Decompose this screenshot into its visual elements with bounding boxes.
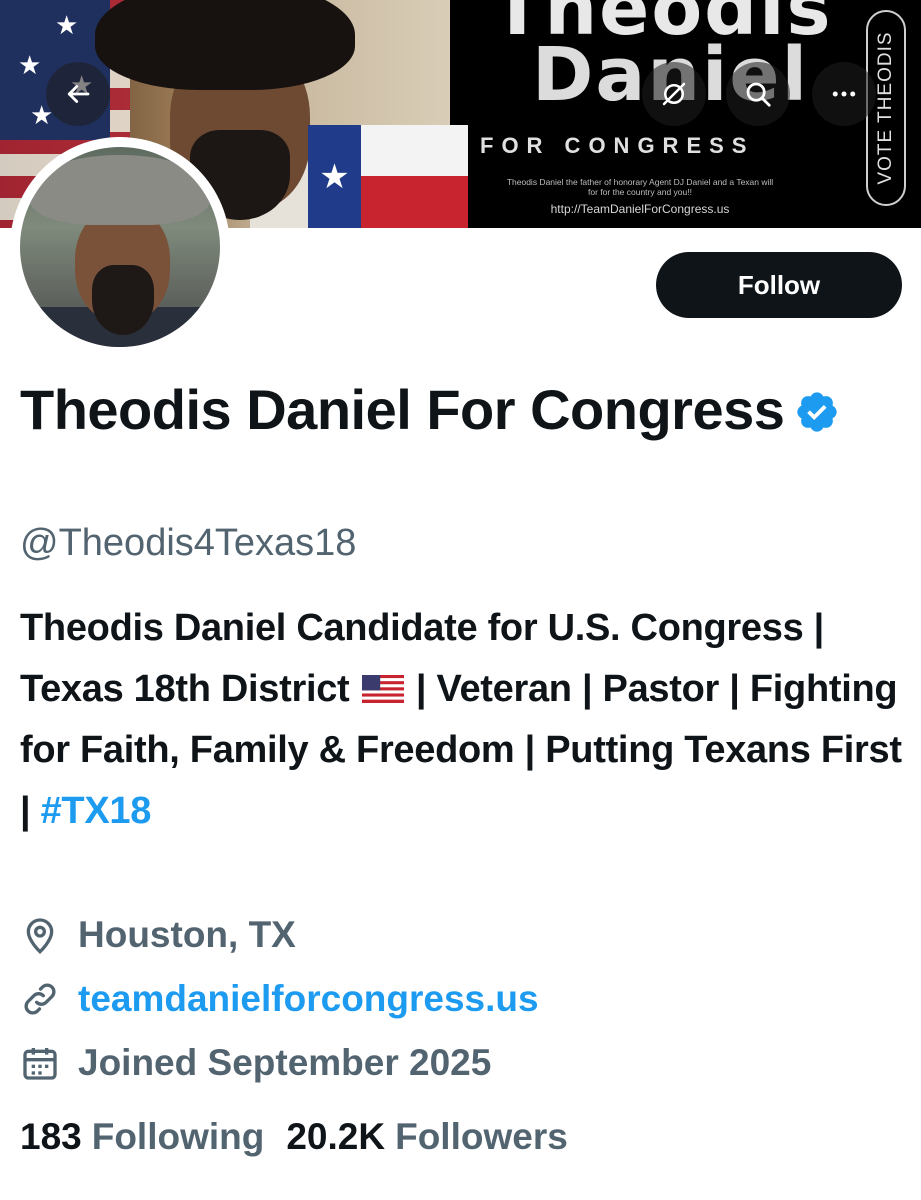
link-icon xyxy=(24,983,56,1015)
mute-button[interactable] xyxy=(642,62,706,126)
link-slash-icon xyxy=(662,82,686,106)
banner-url: http://TeamDanielForCongress.us xyxy=(550,202,730,216)
avatar-hat xyxy=(30,155,210,225)
follow-button[interactable]: Follow xyxy=(656,252,902,318)
location-pin-icon xyxy=(26,918,54,954)
location-text: Houston, TX xyxy=(78,914,296,955)
more-button[interactable] xyxy=(812,62,876,126)
banner-small-text: Theodis Daniel the father of honorary Ag… xyxy=(506,177,774,197)
us-flag-emoji-icon xyxy=(361,675,404,703)
display-name: Theodis Daniel For Congress xyxy=(20,376,900,444)
following-count: 183 xyxy=(20,1116,82,1157)
follow-stats: 183 Following 20.2K Followers xyxy=(20,1116,590,1158)
following-stat[interactable]: 183 Following xyxy=(20,1116,286,1158)
avatar[interactable] xyxy=(20,147,220,347)
avatar-beard xyxy=(92,265,154,335)
followers-count: 20.2K xyxy=(286,1116,386,1157)
bio: Theodis Daniel Candidate for U.S. Congre… xyxy=(20,598,910,842)
display-name-text: Theodis Daniel For Congress xyxy=(20,378,785,441)
website-row: teamdanielforcongress.us xyxy=(20,978,539,1020)
joined-date: Joined September 2025 xyxy=(78,1042,492,1083)
location-row: Houston, TX xyxy=(20,914,296,956)
back-button[interactable] xyxy=(46,62,110,126)
joined-row: Joined September 2025 xyxy=(20,1042,491,1084)
banner-figure-hat xyxy=(95,0,355,90)
more-icon xyxy=(832,91,856,97)
search-button[interactable] xyxy=(726,62,790,126)
search-icon xyxy=(746,82,771,107)
followers-stat[interactable]: 20.2K Followers xyxy=(286,1116,589,1158)
arrow-left-icon xyxy=(67,85,90,103)
vote-text: VOTE THEODIS xyxy=(875,31,896,185)
texas-flag-graphic: ★ xyxy=(308,125,468,228)
website-link[interactable]: teamdanielforcongress.us xyxy=(78,978,539,1020)
banner-subtitle: FOR CONGRESS xyxy=(480,133,755,158)
verified-badge-icon[interactable] xyxy=(794,389,840,435)
bio-hashtag-link[interactable]: #TX18 xyxy=(41,790,152,832)
following-label: Following xyxy=(91,1116,265,1157)
followers-label: Followers xyxy=(395,1116,568,1157)
calendar-icon xyxy=(23,1048,57,1080)
user-handle: @Theodis4Texas18 xyxy=(20,522,357,564)
